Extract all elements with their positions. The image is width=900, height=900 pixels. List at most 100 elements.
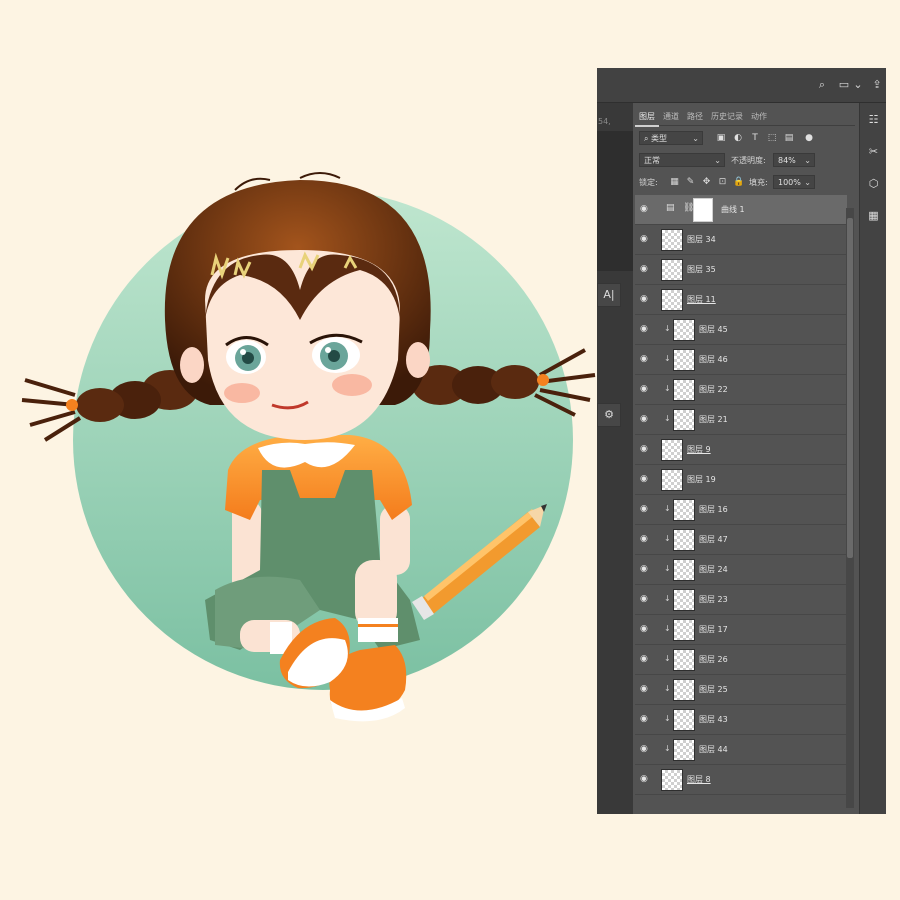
layer-row[interactable]: ◉ ↓ 图层 16 <box>635 495 847 525</box>
filter-kind-select[interactable]: ⌕ 类型 ⌄ <box>639 131 703 145</box>
filter-type-icon[interactable]: T <box>749 132 761 144</box>
layer-row[interactable]: ◉ 图层 9 <box>635 435 847 465</box>
visibility-eye-icon[interactable]: ◉ <box>640 384 651 395</box>
layer-thumbnail[interactable] <box>673 499 695 521</box>
layer-name[interactable]: 图层 17 <box>699 624 728 636</box>
visibility-eye-icon[interactable]: ◉ <box>640 774 651 785</box>
visibility-eye-icon[interactable]: ◉ <box>640 264 651 275</box>
layer-row[interactable]: ◉ ↓ 图层 22 <box>635 375 847 405</box>
layer-thumbnail[interactable] <box>661 469 683 491</box>
scrollbar-thumb[interactable] <box>847 218 853 558</box>
visibility-eye-icon[interactable]: ◉ <box>640 744 651 755</box>
workspace-icon[interactable]: ▭ <box>837 78 851 92</box>
lock-position-icon[interactable]: ✥ <box>701 176 712 188</box>
tab-channels[interactable]: 通道 <box>659 109 683 125</box>
layers-scrollbar[interactable] <box>846 208 854 808</box>
layer-row[interactable]: ◉ 图层 11 <box>635 285 847 315</box>
layer-name[interactable]: 图层 19 <box>687 474 716 486</box>
search-icon[interactable]: ⌕ <box>815 78 829 92</box>
layer-row[interactable]: ◉ ↓ 图层 45 <box>635 315 847 345</box>
layer-name[interactable]: 图层 45 <box>699 324 728 336</box>
filter-pixel-icon[interactable]: ▣ <box>715 132 727 144</box>
layer-name[interactable]: 图层 44 <box>699 744 728 756</box>
layer-thumbnail[interactable] <box>673 649 695 671</box>
share-icon[interactable]: ⇪ <box>870 78 884 92</box>
tab-actions[interactable]: 动作 <box>747 109 771 125</box>
layer-row[interactable]: ◉ 图层 34 <box>635 225 847 255</box>
layer-name[interactable]: 图层 47 <box>699 534 728 546</box>
filter-toggle-icon[interactable]: ● <box>803 132 815 144</box>
layer-thumbnail[interactable] <box>661 289 683 311</box>
filter-shape-icon[interactable]: ⬚ <box>766 132 778 144</box>
layer-row[interactable]: ◉ ↓ 图层 44 <box>635 735 847 765</box>
layer-thumbnail[interactable] <box>673 529 695 551</box>
tab-paths[interactable]: 路径 <box>683 109 707 125</box>
layer-thumbnail[interactable] <box>661 769 683 791</box>
visibility-eye-icon[interactable]: ◉ <box>640 414 651 425</box>
layer-name[interactable]: 图层 25 <box>699 684 728 696</box>
layer-row[interactable]: ◉ 图层 19 <box>635 465 847 495</box>
layer-name[interactable]: 图层 46 <box>699 354 728 366</box>
visibility-eye-icon[interactable]: ◉ <box>640 504 651 515</box>
layer-row[interactable]: ◉ 图层 8 <box>635 765 847 795</box>
layer-row[interactable]: ◉ ↓ 图层 17 <box>635 615 847 645</box>
adjustments-icon[interactable]: ☷ <box>863 109 885 131</box>
layer-thumbnail[interactable] <box>673 559 695 581</box>
layer-name[interactable]: 图层 16 <box>699 504 728 516</box>
layer-name[interactable]: 图层 26 <box>699 654 728 666</box>
layer-row-adjustment[interactable]: ◉ ▤ ⛓ 曲线 1 <box>635 195 847 225</box>
filter-smart-object-icon[interactable]: ▤ <box>783 132 795 144</box>
layer-name[interactable]: 图层 21 <box>699 414 728 426</box>
layer-name[interactable]: 图层 34 <box>687 234 716 246</box>
layer-row[interactable]: ◉ ↓ 图层 43 <box>635 705 847 735</box>
layer-row[interactable]: ◉ ↓ 图层 24 <box>635 555 847 585</box>
library-icon[interactable]: ▦ <box>863 205 885 227</box>
layer-row[interactable]: ◉ ↓ 图层 21 <box>635 405 847 435</box>
layer-name[interactable]: 图层 23 <box>699 594 728 606</box>
layer-name[interactable]: 图层 24 <box>699 564 728 576</box>
visibility-eye-icon[interactable]: ◉ <box>640 624 651 635</box>
visibility-eye-icon[interactable]: ◉ <box>640 354 651 365</box>
character-panel-button[interactable]: A| <box>597 283 621 307</box>
visibility-eye-icon[interactable]: ◉ <box>640 204 651 215</box>
visibility-eye-icon[interactable]: ◉ <box>640 324 651 335</box>
layer-thumbnail[interactable] <box>673 319 695 341</box>
lock-pixels-icon[interactable]: ✎ <box>685 176 696 188</box>
layer-thumbnail[interactable] <box>673 349 695 371</box>
tab-history[interactable]: 历史记录 <box>707 109 747 125</box>
visibility-eye-icon[interactable]: ◉ <box>640 564 651 575</box>
visibility-eye-icon[interactable]: ◉ <box>640 654 651 665</box>
layer-thumbnail[interactable] <box>673 709 695 731</box>
layer-thumbnail[interactable] <box>673 409 695 431</box>
layer-row[interactable]: ◉ ↓ 图层 46 <box>635 345 847 375</box>
layer-row[interactable]: ◉ ↓ 图层 23 <box>635 585 847 615</box>
properties-panel-icon[interactable]: ⚙ <box>597 403 621 427</box>
opacity-input[interactable]: 84% ⌄ <box>773 153 815 167</box>
layer-name[interactable]: 图层 9 <box>687 444 711 456</box>
visibility-eye-icon[interactable]: ◉ <box>640 294 651 305</box>
tools-icon[interactable]: ✂ <box>863 141 885 163</box>
layer-thumbnail[interactable] <box>673 589 695 611</box>
layer-thumbnail[interactable] <box>661 259 683 281</box>
visibility-eye-icon[interactable]: ◉ <box>640 474 651 485</box>
visibility-eye-icon[interactable]: ◉ <box>640 534 651 545</box>
lock-all-icon[interactable]: 🔒 <box>733 176 744 188</box>
lock-transparency-icon[interactable]: ▦ <box>669 176 680 188</box>
lock-artboard-icon[interactable]: ⊡ <box>717 176 728 188</box>
layer-name[interactable]: 图层 22 <box>699 384 728 396</box>
layer-row[interactable]: ◉ ↓ 图层 47 <box>635 525 847 555</box>
layer-name[interactable]: 图层 8 <box>687 774 711 786</box>
layer-row[interactable]: ◉ ↓ 图层 25 <box>635 675 847 705</box>
layer-thumbnail[interactable] <box>673 679 695 701</box>
visibility-eye-icon[interactable]: ◉ <box>640 444 651 455</box>
visibility-eye-icon[interactable]: ◉ <box>640 234 651 245</box>
chevron-down-icon[interactable]: ⌄ <box>851 78 865 92</box>
3d-cube-icon[interactable]: ⬡ <box>863 173 885 195</box>
visibility-eye-icon[interactable]: ◉ <box>640 594 651 605</box>
layer-row[interactable]: ◉ ↓ 图层 26 <box>635 645 847 675</box>
layer-name[interactable]: 图层 35 <box>687 264 716 276</box>
layer-thumbnail[interactable] <box>661 439 683 461</box>
layer-thumbnail[interactable] <box>673 379 695 401</box>
blend-mode-select[interactable]: 正常 ⌄ <box>639 153 725 167</box>
layer-name[interactable]: 图层 11 <box>687 294 716 306</box>
